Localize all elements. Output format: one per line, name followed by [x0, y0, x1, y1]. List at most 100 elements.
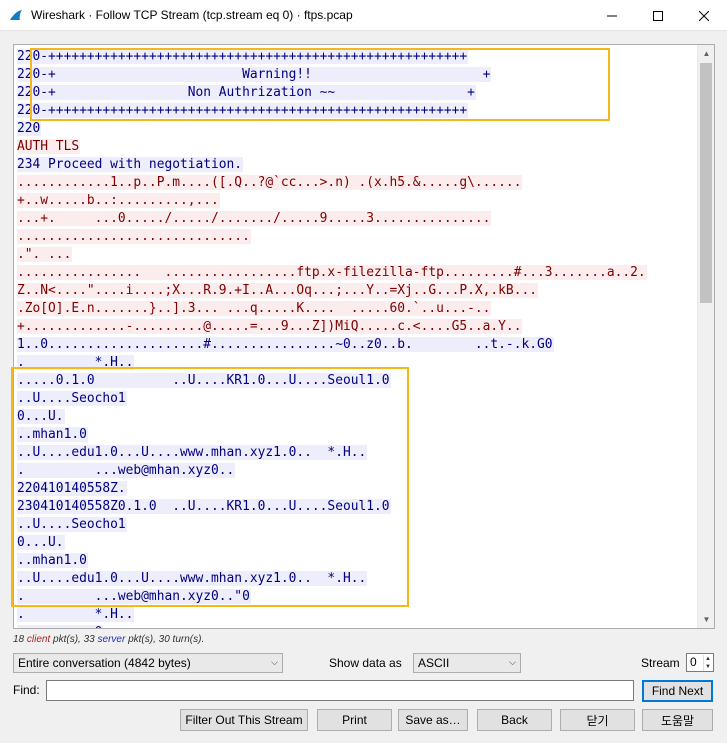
minimize-button[interactable]: [589, 0, 635, 31]
stream-text-view[interactable]: 220-++++++++++++++++++++++++++++++++++++…: [13, 44, 715, 629]
server-stream-line: . ...web@mhan.xyz0..: [17, 462, 697, 480]
server-stream-line: ..U....edu1.0...U....www.mhan.xyz1.0.. *…: [17, 444, 697, 462]
server-stream-line: . *.H..: [17, 354, 697, 372]
stream-line-text: 234 Proceed with negotiation.: [17, 157, 244, 172]
server-stream-line: .....0.1.0 ..U....KR1.0...U....Seoul1.0: [17, 372, 697, 390]
stream-line-text: ...+. ...0...../...../......./.....9....…: [17, 211, 492, 226]
show-data-select-value: ASCII: [418, 656, 450, 670]
stream-line-text: +..w.....b..:.........,...: [17, 193, 220, 208]
scroll-up-icon[interactable]: ▲: [698, 45, 714, 62]
stream-line-text: ..U....edu1.0...U....www.mhan.xyz1.0.. *…: [17, 445, 368, 460]
server-stream-line: 1..0....................#...............…: [17, 336, 697, 354]
stream-line-text: . *.H..: [17, 607, 135, 622]
window-title: Wireshark · Follow TCP Stream (tcp.strea…: [31, 8, 353, 22]
server-stream-line: 230410140558Z0.1.0 ..U....KR1.0...U....S…: [17, 498, 697, 516]
stream-line-text: .Zo[O].E.n.......}..].3... ...q.....K...…: [17, 301, 492, 316]
server-stream-line: ..U....edu1.0...U....www.mhan.xyz1.0.. *…: [17, 570, 697, 588]
client-stream-line: AUTH TLS: [17, 138, 697, 156]
stream-line-text: ..U....Seocho1: [17, 391, 127, 406]
client-stream-line: ..............................: [17, 228, 697, 246]
server-stream-line: ..mhan1.0: [17, 552, 697, 570]
find-next-button[interactable]: Find Next: [642, 680, 713, 702]
server-stream-line: 220: [17, 120, 697, 138]
close-window-button[interactable]: [681, 0, 727, 31]
scroll-down-icon[interactable]: ▼: [698, 611, 714, 628]
stream-line-text: +.............-.........@.....=...9...Z]…: [17, 319, 523, 334]
find-input[interactable]: [46, 680, 634, 701]
stream-spinbox[interactable]: 0 ▲ ▼: [686, 653, 714, 672]
wireshark-fin-icon: [10, 10, 22, 20]
client-stream-line: ............1..p..P.m....([.Q..?@`cc...>…: [17, 174, 697, 192]
stream-line-text: ..mhan1.0: [17, 427, 88, 442]
stream-line-text: .....0.1.0 ..U....KR1.0...U....Seoul1.0: [17, 373, 391, 388]
back-button[interactable]: Back: [477, 709, 552, 731]
scroll-thumb[interactable]: [700, 63, 712, 303]
find-label: Find:: [13, 683, 40, 697]
stream-line-text: . ...web@mhan.xyz0.."0: [17, 589, 251, 604]
client-stream-line: ...+. ...0...../...../......./.....9....…: [17, 210, 697, 228]
minimize-icon: [607, 15, 617, 16]
client-suffix: pkt(s),: [50, 634, 84, 645]
show-data-label: Show data as: [329, 656, 402, 670]
stream-line-text: 220-+ Warning!! +: [17, 67, 492, 82]
maximize-icon: [653, 10, 663, 21]
server-stream-line: 220-++++++++++++++++++++++++++++++++++++…: [17, 102, 697, 120]
print-button[interactable]: Print: [317, 709, 392, 731]
chevron-down-icon: ⌵: [509, 657, 516, 667]
stream-line-text: 1..0....................#...............…: [17, 337, 554, 352]
stream-line-text: 230410140558Z0.1.0 ..U....KR1.0...U....S…: [17, 499, 391, 514]
stream-line-text: 220-+ Non Authrization ~~ +: [17, 85, 476, 100]
server-stream-line: ..U....Seocho1: [17, 516, 697, 534]
server-stream-line: ..mhan1.0: [17, 426, 697, 444]
save-as-button[interactable]: Save as…: [398, 709, 468, 731]
stream-line-text: AUTH TLS: [17, 139, 81, 154]
stream-line-text: . *.H..: [17, 355, 135, 370]
server-stream-line: 0: [17, 624, 697, 628]
server-suffix: pkt(s), 30 turn(s).: [125, 634, 205, 645]
stream-line-text: 0: [17, 625, 104, 628]
stream-label: Stream: [641, 656, 680, 670]
conversation-select-value: Entire conversation (4842 bytes): [18, 656, 191, 670]
client-stream-line: +.............-.........@.....=...9...Z]…: [17, 318, 697, 336]
stream-line-text: 0...U.: [17, 409, 65, 424]
server-stream-line: 220-++++++++++++++++++++++++++++++++++++…: [17, 48, 697, 66]
filter-out-stream-button[interactable]: Filter Out This Stream: [180, 709, 308, 731]
client-stream-line: .Zo[O].E.n.......}..].3... ...q.....K...…: [17, 300, 697, 318]
client-packet-count: 18: [13, 634, 25, 645]
server-stream-line: 220-+ Warning!! +: [17, 66, 697, 84]
spin-down-icon[interactable]: ▼: [703, 663, 712, 671]
stream-line-text: ..mhan1.0: [17, 553, 88, 568]
vertical-scrollbar[interactable]: ▲ ▼: [697, 45, 714, 628]
server-stream-line: 0...U.: [17, 408, 697, 426]
server-packet-count: 33: [83, 634, 95, 645]
chevron-down-icon: ⌵: [271, 657, 278, 667]
client-stream-line: +..w.....b..:.........,...: [17, 192, 697, 210]
stream-lines: 220-++++++++++++++++++++++++++++++++++++…: [17, 48, 697, 628]
title-bar: Wireshark · Follow TCP Stream (tcp.strea…: [0, 0, 727, 31]
maximize-button[interactable]: [635, 0, 681, 31]
stream-spinbox-value: 0: [690, 655, 697, 669]
stream-line-text: 220410140558Z.: [17, 481, 127, 496]
spin-up-icon[interactable]: ▲: [703, 655, 712, 663]
server-stream-line: 234 Proceed with negotiation.: [17, 156, 697, 174]
show-data-select[interactable]: ASCII ⌵: [413, 653, 521, 673]
conversation-select[interactable]: Entire conversation (4842 bytes) ⌵: [13, 653, 283, 673]
server-stream-line: ..U....Seocho1: [17, 390, 697, 408]
stream-line-text: 220-++++++++++++++++++++++++++++++++++++…: [17, 103, 469, 118]
server-stream-line: . *.H..: [17, 606, 697, 624]
client-stream-line: ................ .................ftp.x-…: [17, 264, 697, 282]
server-stream-line: 220-+ Non Authrization ~~ +: [17, 84, 697, 102]
server-stream-line: . ...web@mhan.xyz0.."0: [17, 588, 697, 606]
stream-summary: 18 client pkt(s), 33 server pkt(s), 30 t…: [13, 634, 204, 645]
stream-line-text: ................ .................ftp.x-…: [17, 265, 647, 280]
close-button[interactable]: 닫기: [560, 709, 635, 731]
stream-line-text: ............1..p..P.m....([.Q..?@`cc...>…: [17, 175, 523, 190]
stream-line-text: . ...web@mhan.xyz0..: [17, 463, 236, 478]
stream-line-text: 220-++++++++++++++++++++++++++++++++++++…: [17, 49, 469, 64]
close-icon: [699, 10, 709, 21]
stream-line-text: .". ...: [17, 247, 73, 262]
stream-line-text: ..U....edu1.0...U....www.mhan.xyz1.0.. *…: [17, 571, 368, 586]
client-stream-line: .". ...: [17, 246, 697, 264]
help-button[interactable]: 도움말: [642, 709, 713, 731]
server-stream-line: 220410140558Z.: [17, 480, 697, 498]
